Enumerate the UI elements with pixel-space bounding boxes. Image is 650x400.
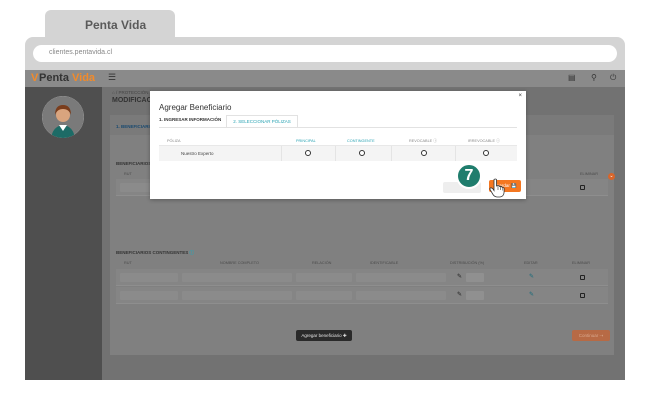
sidebar [25, 87, 102, 380]
section-contingentes-text: BENEFICIARIOS CONTINGENTES [116, 250, 189, 255]
modal-title: Agregar Beneficiario [159, 103, 232, 112]
power-icon[interactable]: ⏻ [610, 73, 616, 83]
col-rut-2: RUT [124, 261, 132, 265]
continue-button[interactable]: Continuar ⇢ [572, 330, 610, 341]
distribution-input[interactable] [466, 291, 484, 300]
radio-revocable[interactable] [421, 150, 427, 156]
col-eliminar-2: ELIMINAR [572, 261, 590, 265]
header-poliza: PÓLIZA [167, 139, 181, 143]
col-identificable: IDENTIFICABLE [370, 261, 399, 265]
logo-mark: V [31, 72, 39, 84]
app-viewport: V Penta Vida ☰ ▤ ⚲ ⏻ ⌂ / PROTECCIÓN / MO… [25, 70, 625, 380]
col-rut: RUT [124, 172, 132, 176]
logo-text-penta: Penta [39, 72, 69, 84]
delete-checkbox[interactable] [580, 293, 585, 298]
browser-tab[interactable]: Penta Vida [45, 10, 175, 37]
breadcrumb: ⌂ / PROTECCIÓN / [112, 90, 151, 95]
cell-nombre [182, 291, 292, 300]
cell-divider [335, 146, 336, 161]
cell-nombre [182, 273, 292, 282]
key-icon[interactable]: ⚲ [591, 73, 597, 82]
policy-table-header: PÓLIZA PRINCIPAL CONTINGENTE REVOCABLE ⓘ… [159, 136, 517, 146]
step-number-badge: 7 [456, 163, 482, 189]
cell-rut [120, 291, 178, 300]
cell-relacion [296, 273, 352, 282]
radio-contingente[interactable] [359, 150, 365, 156]
delete-checkbox[interactable] [580, 275, 585, 280]
browser-tab-title: Penta Vida [85, 18, 147, 32]
section-contingentes-label: BENEFICIARIOS CONTINGENTES ⓘ [116, 250, 194, 256]
col-distribucion: DISTRIBUCIÓN (%) [450, 261, 485, 265]
add-beneficiary-button[interactable]: Agregar beneficiario ✚ [296, 330, 352, 341]
cell-relacion [296, 291, 352, 300]
tab-divider [159, 127, 517, 128]
browser-window: Penta Vida clientes.pentavida.cl V Penta… [25, 10, 625, 380]
address-bar[interactable]: clientes.pentavida.cl [33, 45, 617, 62]
pencil-icon[interactable]: ✎ [457, 273, 462, 280]
radio-irrevocable[interactable] [483, 150, 489, 156]
logo-text-vida: Vida [72, 72, 96, 84]
close-icon[interactable]: × [518, 93, 522, 99]
pointer-hand-icon [489, 178, 505, 198]
cell-identificable [356, 291, 446, 300]
col-editar: EDITAR [524, 261, 538, 265]
app-topbar: V Penta Vida ☰ ▤ ⚲ ⏻ [25, 70, 625, 87]
hamburger-menu-icon[interactable]: ☰ [108, 72, 116, 83]
avatar [42, 96, 84, 138]
col-relacion: RELACIÓN [312, 261, 332, 265]
policy-name: Nuestro Experto [181, 151, 214, 156]
section-beneficiarios-label: BENEFICIARIOS [116, 161, 152, 166]
cell-divider [391, 146, 392, 161]
orange-chevron-icon[interactable]: ⌄ [608, 173, 615, 180]
address-bar-url: clientes.pentavida.cl [49, 49, 113, 56]
header-principal: PRINCIPAL [296, 139, 316, 143]
edit-icon[interactable]: ✎ [529, 273, 534, 280]
radio-principal[interactable] [305, 150, 311, 156]
info-icon[interactable]: ⓘ [190, 250, 195, 255]
cell-divider [281, 146, 282, 161]
edit-icon[interactable]: ✎ [529, 291, 534, 298]
tab-seleccionar-polizas[interactable]: 2. SELECCIONAR PÓLIZAS [226, 115, 298, 127]
cell-identificable [356, 273, 446, 282]
col-eliminar: ELIMINAR [580, 172, 598, 176]
tab-ingresar-informacion[interactable]: 1. INGRESAR INFORMACIÓN [159, 117, 221, 122]
header-irrevocable: IRREVOCABLE ⓘ [468, 139, 500, 143]
cell-divider [455, 146, 456, 161]
col-nombre: NOMBRE COMPLETO [220, 261, 259, 265]
header-contingente: CONTINGENTE [347, 139, 375, 143]
header-revocable: REVOCABLE ⓘ [409, 139, 438, 143]
delete-checkbox[interactable] [580, 185, 585, 190]
user-avatar-icon [42, 96, 84, 138]
policy-row: Nuestro Experto [159, 146, 517, 161]
distribution-input[interactable] [466, 273, 484, 282]
table-row: ✎ ✎ [116, 269, 608, 286]
id-card-icon[interactable]: ▤ [568, 73, 576, 82]
hand-cursor-icon [489, 178, 505, 203]
table-row: ✎ ✎ [116, 287, 608, 304]
cell-rut [120, 273, 178, 282]
pencil-icon[interactable]: ✎ [457, 291, 462, 298]
